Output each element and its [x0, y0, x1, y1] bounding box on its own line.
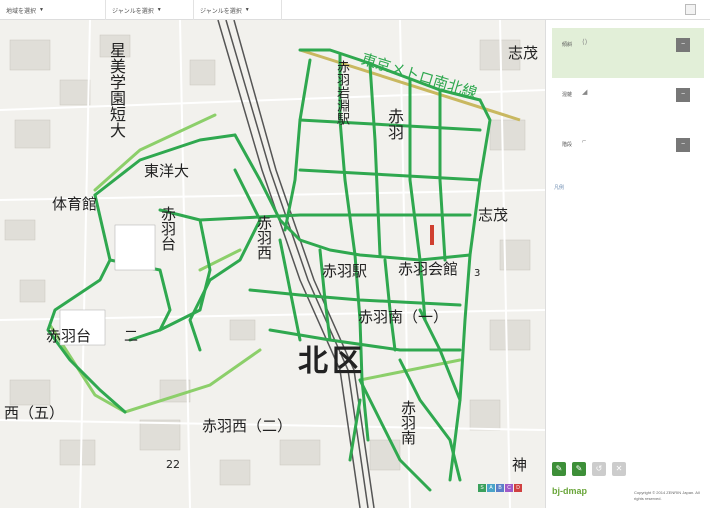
layer-congestion-toggle[interactable]: −: [676, 88, 690, 102]
route-swatches: S A B C D: [478, 484, 522, 492]
steep-segment: [430, 225, 434, 245]
map-label-shimo: 志茂: [508, 44, 539, 62]
map-label-ni: 二: [124, 329, 138, 345]
layer-congestion[interactable]: 混雑 ◢ −: [552, 78, 704, 128]
map-label-akabane-station: 赤羽駅: [322, 262, 368, 280]
chevron-down-icon: ▼: [156, 7, 162, 13]
settings-button[interactable]: [685, 4, 696, 15]
map-label-akabane-iwabuchi-station: 赤羽岩淵駅: [334, 60, 349, 125]
chevron-down-icon: ▼: [244, 7, 250, 13]
undo-button[interactable]: ↺: [592, 462, 606, 476]
chevron-down-icon: ▼: [39, 7, 44, 13]
tool-buttons: ✎ ✎ ↺ ✕: [552, 462, 626, 480]
map-label-akabanenishi-1: 赤羽西: [255, 215, 273, 260]
map-label-akabanedai-2: 赤羽台: [46, 327, 92, 345]
layer-stairs-toggle[interactable]: −: [676, 138, 690, 152]
stairs-icon: ⌐: [582, 138, 587, 145]
map-label-seibi: 星美学園短大: [107, 42, 126, 138]
copyright-text: Copyright © 2014 ZENRIN Japan. All right…: [634, 490, 700, 501]
map-label-number-22: 22: [166, 458, 180, 471]
map-canvas[interactable]: 星美学園短大 東洋大 赤羽台 体育館 赤羽台 赤羽西 赤羽岩淵駅 赤羽 赤羽駅 …: [0, 20, 545, 508]
layer-stairs-label: 階段: [562, 142, 573, 148]
map-label-nishi-5: 西（五）: [4, 404, 65, 422]
genre-dropdown-2-label: ジャンルを選択: [200, 8, 242, 15]
layer-slope-label: 傾斜: [562, 42, 573, 48]
map-label-akabanedai-1: 赤羽台: [159, 206, 177, 251]
layer-stairs[interactable]: 階段 ⌐ −: [552, 128, 704, 178]
map-label-toyo: 東洋大: [144, 162, 190, 180]
genre-dropdown-1[interactable]: ジャンルを選択 ▼: [106, 0, 194, 20]
swatch-d[interactable]: D: [514, 484, 522, 492]
swatch-a[interactable]: A: [487, 484, 495, 492]
map-label-shimo-2: 志茂: [478, 206, 509, 224]
map-label-akabaneminami-2: 赤羽南: [399, 400, 417, 445]
clear-button[interactable]: ✕: [612, 462, 626, 476]
map-label-taiikukan: 体育館: [52, 195, 98, 213]
map-label-akabanenishi-2: 赤羽西（二）: [202, 417, 293, 435]
map-label-akabane: 赤羽: [385, 108, 404, 140]
map-label-kami: 神: [512, 456, 528, 474]
map-label-akabane-kaikan: 赤羽会館: [398, 260, 459, 278]
map-label-akabaneminami-1: 赤羽南（一）: [358, 308, 449, 326]
congestion-icon: ◢: [582, 89, 588, 96]
route-tool-button[interactable]: ✎: [552, 462, 566, 476]
legend-label: 凡例: [554, 185, 565, 191]
region-dropdown[interactable]: 地域を選択 ▼: [0, 0, 106, 20]
app-logo: bj-dmap: [552, 486, 587, 496]
layer-slope[interactable]: 傾斜 ⟨⟩ −: [552, 28, 704, 78]
route-edit-button[interactable]: ✎: [572, 462, 586, 476]
swatch-c[interactable]: C: [505, 484, 513, 492]
side-panel: 傾斜 ⟨⟩ − 混雑 ◢ − 階段 ⌐ − 凡例 ✎ ✎ ↺ ✕ bj-dmap…: [545, 20, 710, 508]
swatch-s[interactable]: S: [478, 484, 486, 492]
map-label-number-3: 3: [474, 268, 481, 279]
slope-icon: ⟨⟩: [582, 39, 588, 46]
layer-congestion-label: 混雑: [562, 92, 573, 98]
top-toolbar: 地域を選択 ▼ ジャンルを選択 ▼ ジャンルを選択 ▼: [0, 0, 710, 20]
swatch-b[interactable]: B: [496, 484, 504, 492]
genre-dropdown-2[interactable]: ジャンルを選択 ▼: [194, 0, 282, 20]
layer-slope-toggle[interactable]: −: [676, 38, 690, 52]
map-label-kitaku: 北区: [298, 344, 366, 379]
genre-dropdown-1-label: ジャンルを選択: [112, 8, 154, 15]
region-dropdown-label: 地域を選択: [6, 8, 37, 15]
